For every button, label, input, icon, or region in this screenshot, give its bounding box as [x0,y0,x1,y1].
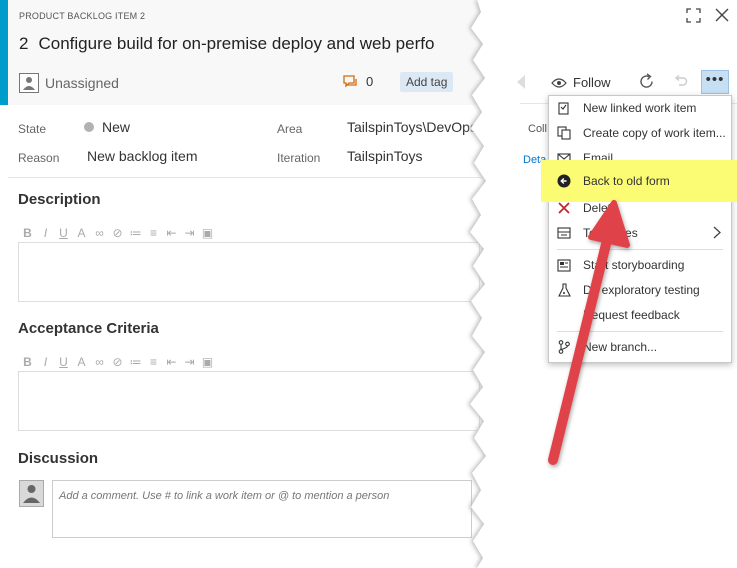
description-editor[interactable] [18,242,480,302]
chevron-right-icon [713,226,721,239]
highlight-icon[interactable]: A [74,226,89,240]
iteration-field[interactable]: TailspinToys [347,148,422,164]
menu-item-create-copy[interactable]: Create copy of work item... [549,121,731,145]
branch-icon [557,340,571,354]
copy-icon [557,126,571,140]
more-actions-menu: New linked work item Create copy of work… [541,95,737,363]
numbered-list-icon[interactable]: ≡ [146,226,161,240]
bold-icon[interactable]: B [20,226,35,240]
add-tag-button[interactable]: Add tag [400,72,454,92]
comment-icon [343,74,358,89]
menu-separator [557,249,723,250]
user-avatar-icon [19,73,39,93]
image-icon[interactable]: ▣ [200,355,215,369]
italic-icon[interactable]: I [38,355,53,369]
bullet-list-icon[interactable]: ≔ [128,355,143,369]
follow-button[interactable]: Follow [551,75,611,90]
undo-icon[interactable] [673,75,688,89]
acceptance-toolbar: B I U A ∞ ⊘ ≔ ≡ ⇤ ⇥ ▣ [20,355,215,369]
unlink-icon[interactable]: ⊘ [110,226,125,240]
indent-icon[interactable]: ⇥ [182,355,197,369]
outdent-icon[interactable]: ⇤ [164,355,179,369]
work-item-form: PRODUCT BACKLOG ITEM 2 2 Configure build … [0,0,490,568]
iteration-label: Iteration [277,151,321,165]
underline-icon[interactable]: U [56,355,71,369]
indent-icon[interactable]: ⇥ [182,226,197,240]
menu-item-exploratory-testing[interactable]: Do exploratory testing [549,278,731,302]
link-icon[interactable]: ∞ [92,226,107,240]
state-indicator-icon [84,122,94,132]
description-toolbar: B I U A ∞ ⊘ ≔ ≡ ⇤ ⇥ ▣ [20,226,215,240]
feedback-icon [557,308,571,322]
reason-label: Reason [18,151,60,165]
link-icon[interactable]: ∞ [92,355,107,369]
nav-back-icon[interactable] [515,74,527,90]
menu-separator [557,331,723,332]
menu-item-new-linked-work-item[interactable]: New linked work item [549,96,731,120]
commenter-avatar-icon [19,480,44,507]
numbered-list-icon[interactable]: ≡ [146,355,161,369]
italic-icon[interactable]: I [38,226,53,240]
reason-field[interactable]: New backlog item [87,148,198,164]
menu-item-delete[interactable]: Delete [549,196,731,220]
maximize-icon[interactable] [686,8,701,23]
menu-item-start-storyboarding[interactable]: Start storyboarding [549,253,731,277]
discussion-heading: Discussion [18,450,99,467]
state-value: New [102,119,131,135]
menu-item-templates[interactable]: Templates [549,221,731,245]
eye-icon [551,77,567,89]
bold-icon[interactable]: B [20,355,35,369]
acceptance-criteria-editor[interactable] [18,371,480,431]
comment-count[interactable]: 0 [343,74,373,89]
work-item-type-color-bar [0,0,8,105]
menu-item-new-branch[interactable]: New branch... [549,335,731,359]
storyboard-icon [557,258,571,272]
assigned-to-value: Unassigned [45,75,119,91]
bullet-list-icon[interactable]: ≔ [128,226,143,240]
outdent-icon[interactable]: ⇤ [164,226,179,240]
acceptance-criteria-heading: Acceptance Criteria [18,320,159,337]
close-icon[interactable] [715,8,729,23]
flask-icon [557,283,571,297]
back-arrow-icon [557,174,571,188]
work-item-title[interactable]: 2 Configure build for on-premise deploy a… [19,34,434,54]
work-item-title-text[interactable]: Configure build for on-premise deploy an… [38,34,434,53]
refresh-icon[interactable] [638,73,655,90]
state-field[interactable]: New [84,119,130,135]
more-actions-button[interactable]: ••• [701,70,729,94]
description-heading: Description [18,191,101,208]
image-icon[interactable]: ▣ [200,226,215,240]
work-item-id: 2 [19,34,29,53]
new-linked-icon [557,101,571,115]
comment-input[interactable]: Add a comment. Use # to link a work item… [52,480,472,538]
underline-icon[interactable]: U [56,226,71,240]
fields-area [8,105,490,178]
area-label: Area [277,122,303,136]
templates-icon [557,226,571,240]
state-label: State [18,122,47,136]
highlight-icon[interactable]: A [74,355,89,369]
collapse-tab-partial[interactable]: Coll [528,123,547,135]
delete-x-icon [557,201,571,215]
torn-paper-edge [468,0,515,568]
assigned-to-field[interactable]: Unassigned [19,73,119,93]
unlink-icon[interactable]: ⊘ [110,355,125,369]
menu-item-request-feedback[interactable]: Request feedback [549,303,731,327]
window-controls [686,8,729,23]
work-item-type-label: PRODUCT BACKLOG ITEM 2 [19,11,146,21]
